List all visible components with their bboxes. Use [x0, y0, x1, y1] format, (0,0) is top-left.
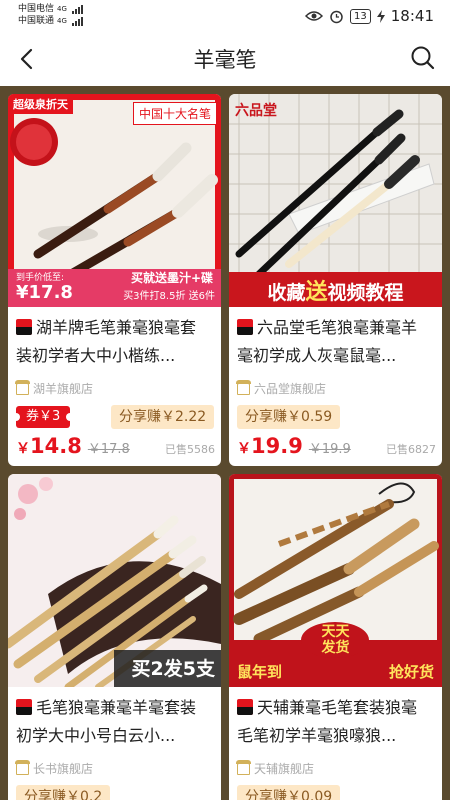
- product-title-line1: 湖羊牌毛笔兼毫狼毫套: [16, 314, 196, 342]
- carrier-2: 中国联通: [18, 16, 55, 26]
- product-title-line2: 毛笔初学羊毫狼嚎狼...: [237, 726, 397, 745]
- battery-level: 13: [350, 8, 371, 24]
- alarm-icon: [330, 10, 343, 23]
- product-title-line2: 初学大中小号白云小...: [16, 726, 176, 745]
- product-card[interactable]: 超级泉折天 中国十大名笔 到手价低至: ¥17.8 买就送墨汁+碟 买3件打8.…: [8, 94, 221, 466]
- currency: ￥: [16, 441, 30, 457]
- image-banner: 收藏送视频教程: [229, 274, 442, 306]
- shop-label: 湖羊旗舰店: [33, 382, 94, 396]
- carrier-info: 中国电信 4G 中国联通 4G: [18, 3, 83, 27]
- product-title-line1: 六品堂毛笔狼毫兼毫羊: [237, 314, 417, 342]
- signal-icon: [71, 16, 83, 26]
- image-right-text: 抢好货: [388, 663, 434, 681]
- search-icon[interactable]: [410, 45, 436, 71]
- eye-icon: [305, 11, 324, 21]
- carrier-2-network: 4G: [57, 17, 67, 25]
- promo-badge: 超级泉折天: [8, 94, 73, 114]
- store-icon: [236, 759, 251, 775]
- carrier-1: 中国电信: [18, 4, 55, 14]
- tmall-icon: [237, 319, 253, 335]
- store-icon: [15, 379, 30, 395]
- price-row: ￥19.9 ￥19.9 已售6827: [237, 434, 436, 458]
- price-row: ￥14.8 ￥17.8 已售5586: [16, 434, 215, 458]
- image-promo: 买就送墨汁+碟: [130, 271, 213, 285]
- signal-icon: [71, 4, 83, 14]
- title-text: 毛笔狼毫兼毫羊毫套装: [36, 698, 197, 717]
- image-banner: 买2发5支: [131, 658, 215, 680]
- product-image[interactable]: 超级泉折天 中国十大名笔 到手价低至: ¥17.8 买就送墨汁+碟 买3件打8.…: [8, 94, 221, 307]
- carrier-1-network: 4G: [57, 5, 67, 13]
- original-price: ￥17.8: [87, 442, 130, 457]
- shop-name[interactable]: 长书旗舰店: [15, 759, 94, 777]
- title-text: 天辅兼毫毛笔套装狼毫: [257, 698, 418, 717]
- product-card[interactable]: 六品堂 收藏送视频教程 六品堂毛笔狼毫兼毫羊 毫初学成人灰毫鼠毫... 六品堂旗…: [229, 94, 442, 466]
- shop-name[interactable]: 六品堂旗舰店: [236, 379, 327, 397]
- product-card[interactable]: 买2发5支 毛笔狼毫兼毫羊毫套装 初学大中小号白云小... 长书旗舰店 分享赚￥…: [8, 474, 221, 800]
- image-price: ¥17.8: [16, 282, 73, 303]
- image-tag: 天天 发货: [309, 624, 362, 656]
- share-earn-badge[interactable]: 分享赚￥2.22: [111, 405, 215, 429]
- share-earn-badge[interactable]: 分享赚￥0.59: [237, 405, 341, 429]
- image-promo-sub: 买3件打8.5折 送6件: [123, 291, 215, 302]
- coupon-badge[interactable]: 券￥3: [11, 406, 75, 428]
- banner-part: 收藏: [267, 282, 306, 304]
- product-card[interactable]: 天天 发货 鼠年到 抢好货 天辅兼毫毛笔套装狼毫 毛笔初学羊毫狼嚎狼... 天辅旗…: [229, 474, 442, 800]
- product-title-line2: 毫初学成人灰毫鼠毫...: [237, 346, 397, 365]
- charging-icon: [376, 9, 385, 23]
- page-title: 羊毫笔: [193, 48, 257, 72]
- product-title-line1: 毛笔狼毫兼毫羊毫套装: [16, 694, 196, 722]
- share-earn-badge[interactable]: 分享赚￥0.2: [16, 785, 111, 800]
- shop-label: 长书旗舰店: [33, 762, 94, 776]
- original-price: ￥19.9: [308, 442, 351, 457]
- tag-line: 发货: [321, 640, 350, 656]
- image-left-text: 鼠年到: [237, 663, 283, 681]
- sold-count: 已售6827: [386, 443, 436, 456]
- price-value: 14.8: [30, 434, 82, 458]
- banner-part: 视频教程: [327, 282, 404, 304]
- brand-tag: 中国十大名笔: [132, 102, 217, 125]
- status-bar: 中国电信 4G 中国联通 4G 13 18:41: [0, 0, 450, 32]
- store-icon: [236, 379, 251, 395]
- share-earn-badge[interactable]: 分享赚￥0.09: [237, 785, 341, 800]
- banner-highlight: 送: [305, 280, 328, 305]
- tag-line: 天天: [321, 624, 350, 640]
- header-bar: 羊毫笔: [0, 32, 450, 86]
- title-text: 六品堂毛笔狼毫兼毫羊: [257, 318, 418, 337]
- clock: 18:41: [390, 7, 434, 25]
- shop-name[interactable]: 天辅旗舰店: [236, 759, 315, 777]
- brand-logo: 六品堂: [235, 103, 277, 119]
- currency: ￥: [237, 441, 251, 457]
- product-image[interactable]: 买2发5支: [8, 474, 221, 687]
- store-icon: [15, 759, 30, 775]
- current-price: ￥14.8: [16, 434, 82, 458]
- title-text: 湖羊牌毛笔兼毫狼毫套: [36, 318, 197, 337]
- shop-name[interactable]: 湖羊旗舰店: [15, 379, 94, 397]
- current-price: ￥19.9: [237, 434, 303, 458]
- status-indicators: 13 18:41: [305, 7, 434, 25]
- product-grid: 超级泉折天 中国十大名笔 到手价低至: ¥17.8 买就送墨汁+碟 买3件打8.…: [0, 86, 450, 800]
- price-value: 19.9: [251, 434, 303, 458]
- tmall-icon: [16, 319, 32, 335]
- tmall-icon: [237, 699, 253, 715]
- product-title-line2: 装初学者大中小楷练...: [16, 346, 176, 365]
- sold-count: 已售5586: [165, 443, 215, 456]
- shop-label: 天辅旗舰店: [254, 762, 315, 776]
- shop-label: 六品堂旗舰店: [254, 382, 327, 396]
- product-title-line1: 天辅兼毫毛笔套装狼毫: [237, 694, 417, 722]
- product-image[interactable]: 六品堂 收藏送视频教程: [229, 94, 442, 307]
- tmall-icon: [16, 699, 32, 715]
- product-image[interactable]: 天天 发货 鼠年到 抢好货: [229, 474, 442, 687]
